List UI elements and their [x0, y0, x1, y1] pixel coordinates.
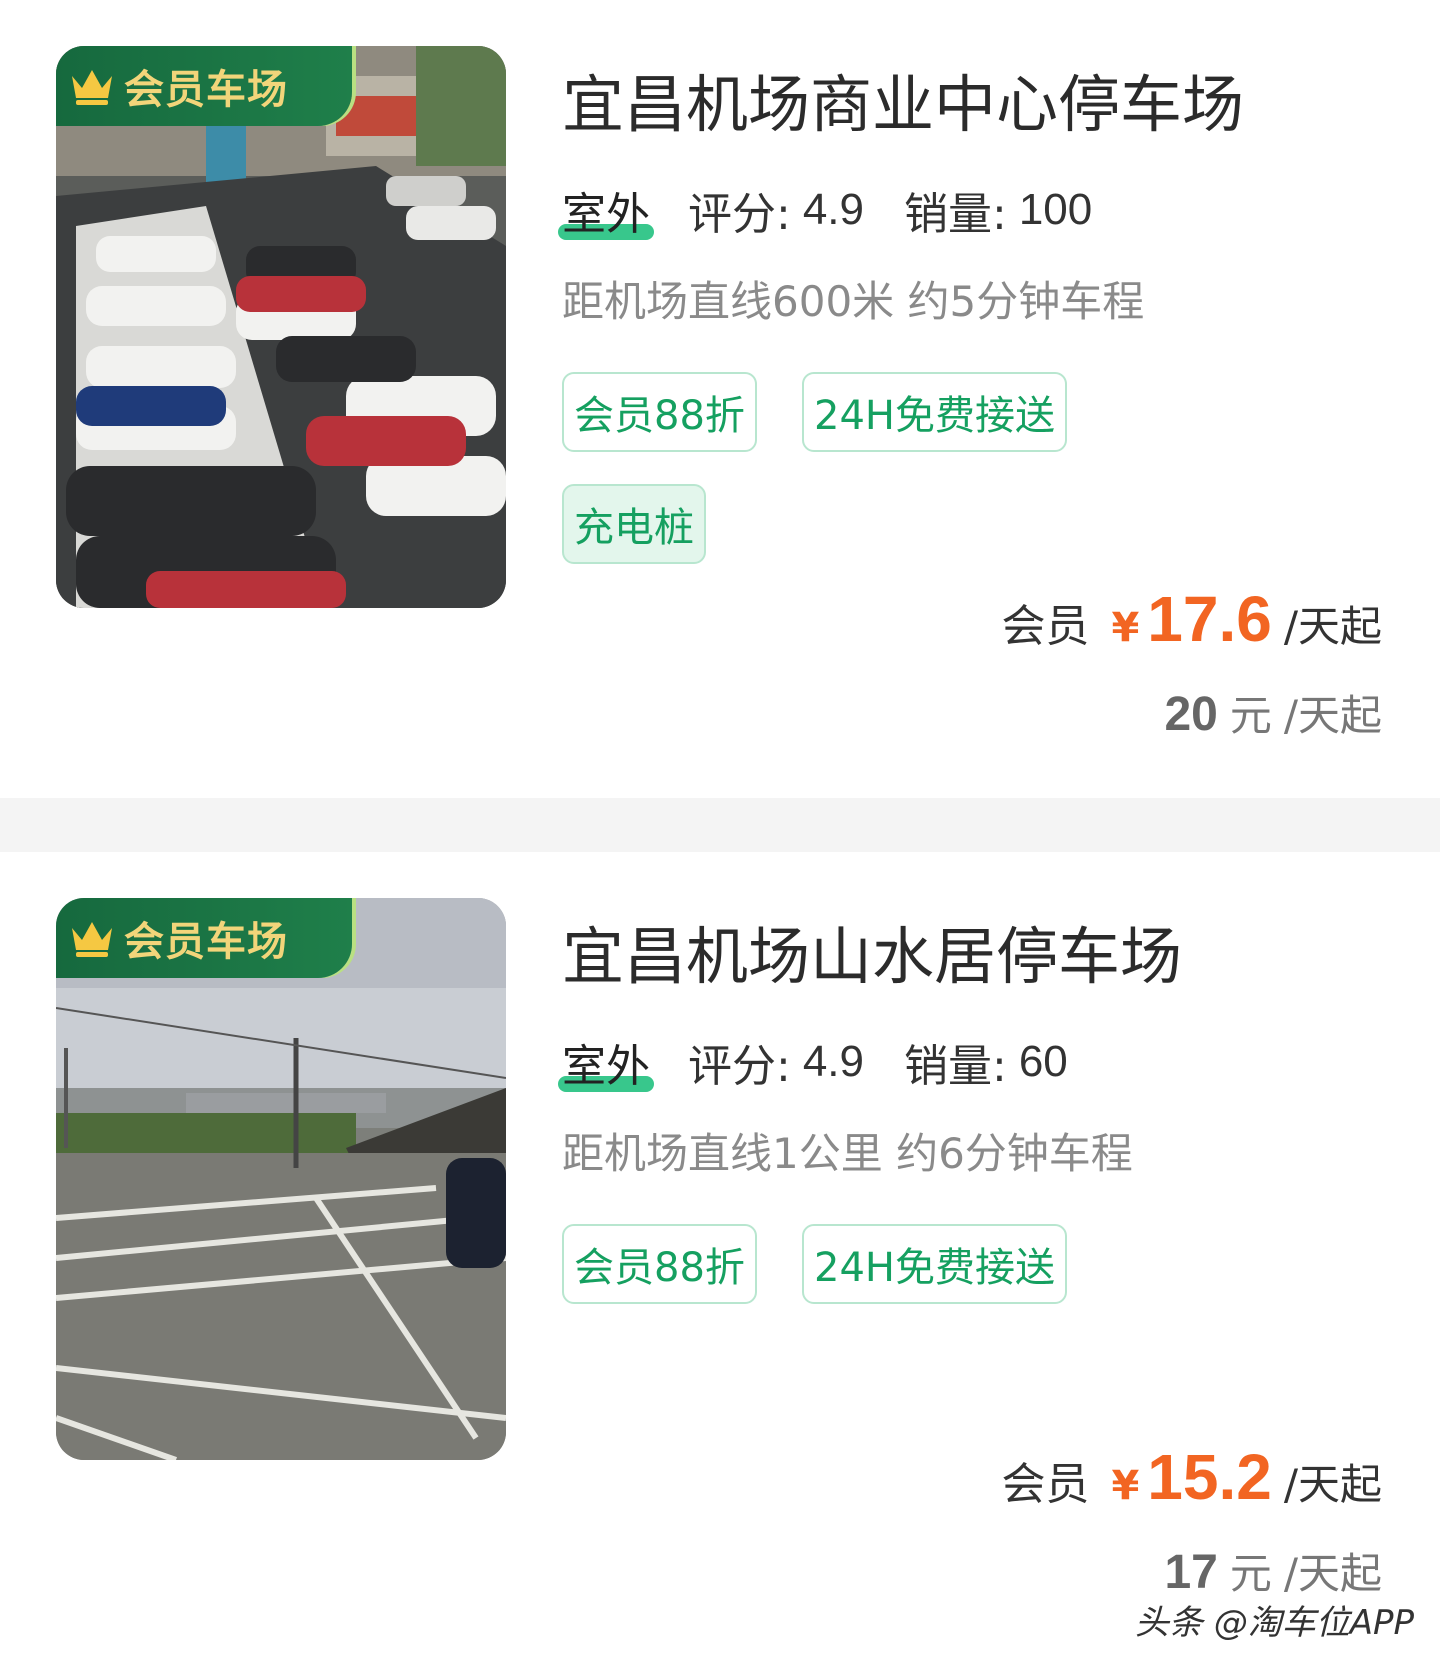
member-price-unit: /天起: [1283, 1460, 1382, 1509]
card-divider: [0, 798, 1440, 852]
member-lot-badge-label: 会员车场: [124, 67, 288, 113]
sales-label: 销量:: [904, 189, 1007, 240]
source-watermark: 头条 @淘车位APP: [1134, 1603, 1414, 1643]
distance-info: 距机场直线600米 约5分钟车程: [562, 277, 1145, 326]
original-price-value: 17: [1164, 1546, 1218, 1599]
parking-lot-card[interactable]: 会员车场 宜昌机场山水居停车场 室外 评分: 4.9 销量: 60 距机场直线1…: [0, 852, 1440, 1678]
tag-member-discount: 会员88折: [562, 372, 757, 452]
tag-member-discount: 会员88折: [562, 1224, 757, 1304]
distance-info: 距机场直线1公里 约6分钟车程: [562, 1129, 1133, 1178]
sales-label: 销量:: [904, 1041, 1007, 1092]
parking-lot-title[interactable]: 宜昌机场商业中心停车场: [562, 54, 1244, 144]
member-price: 会员 ¥ 15.2 /天起: [1001, 1440, 1382, 1514]
sales-value: 60: [1018, 1037, 1068, 1086]
currency-symbol: ¥: [1111, 1463, 1140, 1509]
parking-list-page: 会员车场 宜昌机场商业中心停车场 室外 评分: 4.9 销量: 100 距机场直…: [0, 0, 1440, 1678]
member-price: 会员 ¥ 17.6 /天起: [1001, 582, 1382, 656]
rating-value: 4.9: [802, 1037, 864, 1086]
currency-symbol: ¥: [1111, 605, 1140, 651]
parking-lot-meta: 室外 评分: 4.9 销量: 100: [558, 178, 1132, 242]
member-price-unit: /天起: [1283, 602, 1382, 651]
original-price-unit: /天起: [1283, 1549, 1382, 1598]
rating-value: 4.9: [802, 185, 864, 234]
parking-type-label: 室外: [558, 1030, 654, 1094]
tag-charging-pile: 充电桩: [562, 484, 706, 564]
sales-value: 100: [1018, 185, 1093, 234]
original-price-currency: 元: [1229, 1549, 1272, 1598]
crown-icon: [72, 922, 112, 957]
member-price-label: 会员: [1001, 601, 1090, 652]
parking-lot-photo-image: [56, 898, 506, 1460]
original-price-unit: /天起: [1283, 691, 1382, 740]
original-price: 20 元 /天起: [1164, 682, 1382, 743]
parking-lot-meta: 室外 评分: 4.9 销量: 60: [558, 1030, 1108, 1094]
original-price: 17 元 /天起: [1164, 1540, 1382, 1601]
rating-label: 评分:: [688, 1041, 791, 1092]
parking-lot-title[interactable]: 宜昌机场山水居停车场: [562, 906, 1182, 996]
member-lot-badge: 会员车场: [56, 46, 352, 126]
parking-lot-photo-image: [56, 46, 506, 608]
member-lot-badge-label: 会员车场: [124, 919, 288, 965]
tag-free-shuttle: 24H免费接送: [802, 1224, 1067, 1304]
member-lot-badge: 会员车场: [56, 898, 352, 978]
member-price-value: 17.6: [1147, 583, 1272, 655]
parking-lot-photo[interactable]: 会员车场: [56, 46, 506, 608]
parking-lot-card[interactable]: 会员车场 宜昌机场商业中心停车场 室外 评分: 4.9 销量: 100 距机场直…: [0, 0, 1440, 798]
parking-type-label: 室外: [558, 178, 654, 242]
parking-lot-photo[interactable]: 会员车场: [56, 898, 506, 1460]
original-price-currency: 元: [1229, 691, 1272, 740]
tag-free-shuttle: 24H免费接送: [802, 372, 1067, 452]
member-price-value: 15.2: [1147, 1441, 1272, 1513]
original-price-value: 20: [1164, 688, 1218, 741]
member-price-label: 会员: [1001, 1459, 1090, 1510]
crown-icon: [72, 70, 112, 105]
rating-label: 评分:: [688, 189, 791, 240]
